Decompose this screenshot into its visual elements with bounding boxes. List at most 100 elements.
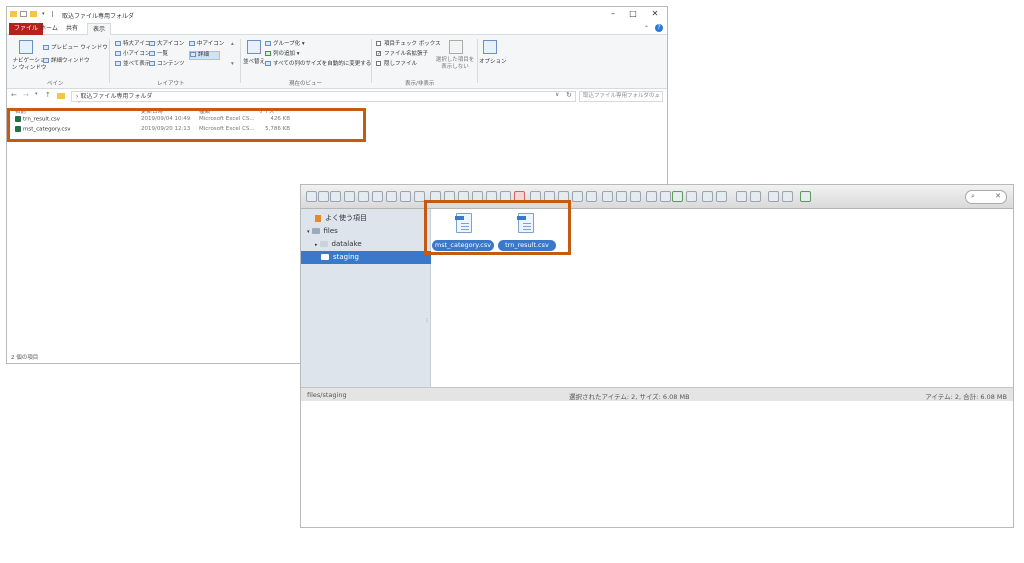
home-icon[interactable] xyxy=(344,191,355,202)
small-icons-option[interactable]: 小アイコン xyxy=(115,51,150,58)
medium-icons-option[interactable]: 中アイコン xyxy=(189,41,224,48)
ribbon-separator xyxy=(109,39,110,83)
ribbon-collapse-icon[interactable]: ⌃ xyxy=(644,25,649,32)
size-columns-button[interactable]: すべての列のサイズを自動的に変更する xyxy=(265,61,371,68)
ribbon-separator xyxy=(240,39,241,83)
item-checkboxes-toggle[interactable]: 項目チェック ボックス xyxy=(376,41,441,48)
sidebar-item-files[interactable]: ▾ files xyxy=(301,225,431,238)
details-pane-icon xyxy=(43,58,49,63)
highlight-box-explorer xyxy=(7,108,366,142)
preview-icon[interactable] xyxy=(672,191,683,202)
select-all-icon[interactable] xyxy=(630,191,641,202)
browser-toolbar: ⌕ ✕ xyxy=(301,185,1013,209)
content-option[interactable]: コンテンツ xyxy=(149,61,185,68)
title-separator xyxy=(52,11,53,17)
browser-search-input[interactable]: ⌕ ✕ xyxy=(965,190,1007,204)
new-folder-icon[interactable] xyxy=(30,11,37,17)
address-dropdown-icon[interactable]: ∨ xyxy=(555,91,559,98)
checkbox-checked-icon: ✓ xyxy=(376,51,382,57)
recent-dropdown-icon[interactable]: ▾ xyxy=(35,91,38,97)
options-button[interactable]: オプション xyxy=(479,59,507,66)
properties-icon[interactable] xyxy=(20,11,27,17)
list-option[interactable]: 一覧 xyxy=(149,51,168,58)
add-columns-icon xyxy=(265,51,271,56)
upload-icon[interactable] xyxy=(586,191,597,202)
file-extensions-toggle[interactable]: ✓ ファイル名拡張子 xyxy=(376,51,428,58)
view-icon[interactable] xyxy=(716,191,727,202)
layout-more-icon[interactable]: ▾ xyxy=(231,61,234,68)
forward-arrow-icon[interactable]: → xyxy=(23,91,29,99)
download-icon[interactable] xyxy=(572,191,583,202)
hide-selected-icon xyxy=(449,40,463,54)
sidebar-item-staging[interactable]: staging xyxy=(301,251,431,264)
sidebar-label: datalake xyxy=(331,240,362,248)
option-label: 一覧 xyxy=(157,51,169,57)
address-box[interactable]: › 取込ファイル専用フォルダ xyxy=(71,91,576,102)
sort-by-button[interactable]: 並べ替え xyxy=(243,59,265,66)
view-icon xyxy=(115,61,121,66)
hidden-items-toggle[interactable]: 隠しファイル xyxy=(376,61,417,68)
tab-home[interactable]: ホーム xyxy=(35,23,63,35)
folder-icon xyxy=(57,93,65,99)
layout-scroll-up-icon[interactable]: ▴ xyxy=(231,41,234,48)
hide-icon[interactable] xyxy=(686,191,697,202)
checkbox-icon xyxy=(376,41,381,46)
close-button[interactable]: ✕ xyxy=(647,9,663,18)
back-arrow-icon[interactable]: ← xyxy=(11,91,17,99)
up-icon[interactable] xyxy=(330,191,341,202)
large-icons-option[interactable]: 大アイコン xyxy=(149,41,184,48)
forward-icon[interactable] xyxy=(318,191,329,202)
select-none-icon[interactable] xyxy=(646,191,657,202)
option-label: 大アイコン xyxy=(157,41,185,47)
refresh-icon[interactable]: ↻ xyxy=(566,91,572,99)
tiles-option[interactable]: 並べて表示 xyxy=(115,61,150,68)
group-by-button[interactable]: グループ化 ▾ xyxy=(265,41,305,48)
sidebar-label: よく使う項目 xyxy=(325,214,367,222)
minimize-button[interactable]: – xyxy=(605,9,621,18)
back-icon[interactable] xyxy=(306,191,317,202)
quick-access-dropdown-icon[interactable]: ▾ xyxy=(42,11,49,17)
invert-selection-icon[interactable] xyxy=(660,191,671,202)
group-show-hide-label: 表示/非表示 xyxy=(405,81,435,87)
archive-icon[interactable] xyxy=(616,191,627,202)
reload-icon[interactable] xyxy=(358,191,369,202)
clear-search-icon[interactable]: ✕ xyxy=(995,192,1001,200)
help-icon[interactable] xyxy=(782,191,793,202)
details-option[interactable]: 詳細 xyxy=(189,51,221,60)
view-icon xyxy=(115,51,121,56)
sidebar-splitter-handle[interactable]: ⁝ xyxy=(426,317,428,324)
sort-icon[interactable] xyxy=(702,191,713,202)
drive-icon xyxy=(311,228,320,234)
explorer-search-input[interactable]: 取込ファイル専用フォルダの... ⌕ xyxy=(579,91,663,102)
option-label: 中アイコン xyxy=(197,41,225,47)
new-file-icon[interactable] xyxy=(372,191,383,202)
folder-icon xyxy=(319,241,328,247)
tab-share[interactable]: 共有 xyxy=(61,23,83,35)
list-view-icon[interactable] xyxy=(750,191,761,202)
new-folder-icon[interactable] xyxy=(400,191,411,202)
extract-icon[interactable] xyxy=(602,191,613,202)
highlight-box-browser xyxy=(424,200,571,255)
navigation-pane-button[interactable]: ナビゲーション ウィンドウ xyxy=(11,58,47,72)
maximize-button[interactable]: □ xyxy=(625,9,641,18)
sidebar-item-favorites[interactable]: よく使う項目 xyxy=(301,212,431,225)
tab-view[interactable]: 表示 xyxy=(87,23,112,35)
icons-view-icon[interactable] xyxy=(736,191,747,202)
address-bar-row: ← → ▾ ↑ › 取込ファイル専用フォルダ ∨ ↻ 取込ファイル専用フォルダの… xyxy=(7,89,667,103)
fullscreen-icon[interactable] xyxy=(800,191,811,202)
sort-icon xyxy=(247,40,261,54)
details-pane-label: 詳細ウィンドウ xyxy=(51,58,90,64)
sidebar-item-datalake[interactable]: ▸ datalake xyxy=(301,238,431,251)
settings-icon[interactable] xyxy=(768,191,779,202)
help-icon[interactable]: ? xyxy=(655,24,663,32)
hide-selected-button[interactable]: 選択した項目を表示しない xyxy=(435,57,475,71)
ribbon-separator xyxy=(371,39,372,83)
expanded-arrow-icon: ▾ xyxy=(307,229,310,235)
add-columns-button[interactable]: 列の追加 ▾ xyxy=(265,51,300,58)
details-pane-button[interactable]: 詳細ウィンドウ xyxy=(43,58,90,65)
folder-icon xyxy=(10,11,17,17)
save-icon[interactable] xyxy=(386,191,397,202)
preview-pane-button[interactable]: プレビュー ウィンドウ xyxy=(43,45,108,52)
up-arrow-icon[interactable]: ↑ xyxy=(45,91,51,99)
view-icon xyxy=(115,41,121,46)
